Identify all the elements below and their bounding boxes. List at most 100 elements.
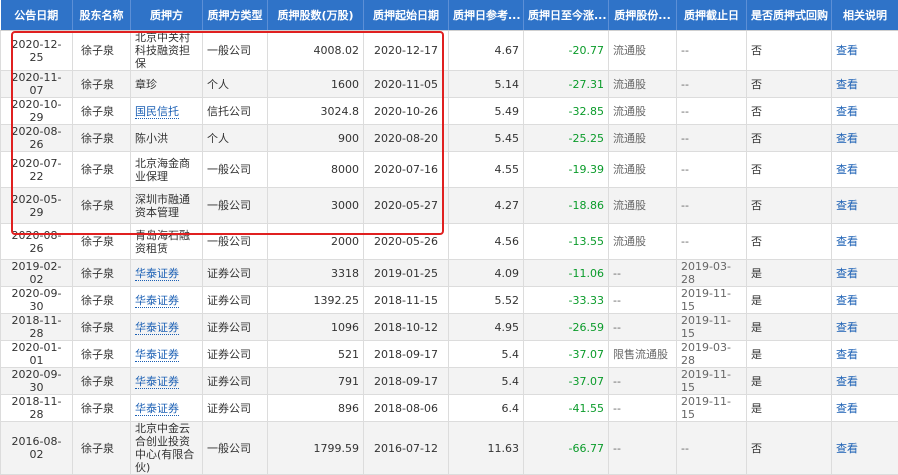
pledge-start-date-cell: 2018-09-17 <box>364 341 449 368</box>
announce-date-cell: 2020-10-29 <box>1 98 73 125</box>
header-cell[interactable]: 质押方类型 <box>203 0 268 31</box>
holder-name-cell: 徐子泉 <box>73 341 131 368</box>
header-cell[interactable]: 质押起始日期 <box>364 0 449 31</box>
view-details-link[interactable]: 查看 <box>836 442 858 455</box>
pledge-start-date-cell: 2018-08-06 <box>364 395 449 422</box>
holder-name-cell: 徐子泉 <box>73 422 131 475</box>
announce-date-cell: 2020-08-26 <box>1 125 73 152</box>
pledgee-cell: 国民信托 <box>131 98 203 125</box>
pledgee-type-cell: 一般公司 <box>203 152 268 188</box>
ref-price-cell: 4.27 <box>449 188 524 224</box>
pledgee-link[interactable]: 华泰证券 <box>135 402 179 416</box>
table-header-row: 公告日期 股东名称 质押方 质押方类型 质押股数(万股) 质押起始日期 质押日参… <box>1 0 898 31</box>
view-details-link[interactable]: 查看 <box>836 105 858 118</box>
pledged-shares-cell: 791 <box>268 368 364 395</box>
header-cell[interactable]: 质押方 <box>131 0 203 31</box>
pledgee-cell: 章珍 <box>131 71 203 98</box>
pledged-shares-cell: 900 <box>268 125 364 152</box>
header-cell[interactable]: 质押股数(万股) <box>268 0 364 31</box>
pledge-start-date-cell: 2018-11-15 <box>364 287 449 314</box>
repo-flag-cell: 是 <box>747 314 832 341</box>
view-details-link[interactable]: 查看 <box>836 402 858 415</box>
pledgee-link[interactable]: 华泰证券 <box>135 375 179 389</box>
pledged-shares-cell: 4008.02 <box>268 31 364 71</box>
announce-date-cell: 2016-08-02 <box>1 422 73 475</box>
price-change-cell: -66.77 <box>524 422 609 475</box>
header-cell[interactable]: 质押日至今涨... <box>524 0 609 31</box>
share-type-cell: 流通股 <box>609 98 677 125</box>
pledgee-cell: 华泰证券 <box>131 287 203 314</box>
repo-flag-cell: 否 <box>747 71 832 98</box>
holder-name-cell: 徐子泉 <box>73 368 131 395</box>
header-cell[interactable]: 质押截止日 <box>677 0 747 31</box>
pledgee-cell: 青岛海石融资租赁 <box>131 224 203 260</box>
table-row: 2019-02-02徐子泉华泰证券证券公司33182019-01-254.09-… <box>1 260 898 287</box>
pledgee-cell: 北京中关村科技融资担保 <box>131 31 203 71</box>
pledged-shares-cell: 521 <box>268 341 364 368</box>
share-type-cell: 流通股 <box>609 224 677 260</box>
pledge-end-date-cell: -- <box>677 125 747 152</box>
pledge-end-date-cell: -- <box>677 224 747 260</box>
view-details-link[interactable]: 查看 <box>836 163 858 176</box>
announce-date-cell: 2019-02-02 <box>1 260 73 287</box>
view-details-link[interactable]: 查看 <box>836 78 858 91</box>
view-details-link[interactable]: 查看 <box>836 375 858 388</box>
pledgee-link[interactable]: 华泰证券 <box>135 294 179 308</box>
price-change-cell: -19.39 <box>524 152 609 188</box>
announce-date-cell: 2020-01-01 <box>1 341 73 368</box>
pledge-start-date-cell: 2018-09-17 <box>364 368 449 395</box>
pledge-end-date-cell: 2019-03-28 <box>677 260 747 287</box>
pledgee-type-cell: 一般公司 <box>203 188 268 224</box>
pledge-start-date-cell: 2020-05-27 <box>364 188 449 224</box>
pledged-shares-cell: 1096 <box>268 314 364 341</box>
view-details-link[interactable]: 查看 <box>836 44 858 57</box>
view-details-link[interactable]: 查看 <box>836 321 858 334</box>
pledgee-type-cell: 证券公司 <box>203 314 268 341</box>
pledgee-link[interactable]: 华泰证券 <box>135 267 179 281</box>
header-cell[interactable]: 公告日期 <box>1 0 73 31</box>
pledgee-type-cell: 一般公司 <box>203 422 268 475</box>
repo-flag-cell: 否 <box>747 125 832 152</box>
ref-price-cell: 5.52 <box>449 287 524 314</box>
view-details-link[interactable]: 查看 <box>836 348 858 361</box>
ref-price-cell: 5.45 <box>449 125 524 152</box>
pledgee-link[interactable]: 华泰证券 <box>135 321 179 335</box>
table-row: 2020-05-29徐子泉深圳市融通资本管理一般公司30002020-05-27… <box>1 188 898 224</box>
announce-date-cell: 2020-08-26 <box>1 224 73 260</box>
table-row: 2020-11-07徐子泉章珍个人16002020-11-055.14-27.3… <box>1 71 898 98</box>
ref-price-cell: 4.67 <box>449 31 524 71</box>
pledged-shares-cell: 896 <box>268 395 364 422</box>
header-cell[interactable]: 质押股份... <box>609 0 677 31</box>
pledgee-link[interactable]: 国民信托 <box>135 105 179 119</box>
header-cell[interactable]: 相关说明 <box>832 0 898 31</box>
view-details-link[interactable]: 查看 <box>836 199 858 212</box>
table-row: 2018-11-28徐子泉华泰证券证券公司8962018-08-066.4-41… <box>1 395 898 422</box>
pledge-end-date-cell: -- <box>677 188 747 224</box>
header-cell[interactable]: 股东名称 <box>73 0 131 31</box>
pledgee-type-cell: 一般公司 <box>203 31 268 71</box>
holder-name-cell: 徐子泉 <box>73 287 131 314</box>
price-change-cell: -41.55 <box>524 395 609 422</box>
table-row: 2020-10-29徐子泉国民信托信托公司3024.82020-10-265.4… <box>1 98 898 125</box>
price-change-cell: -26.59 <box>524 314 609 341</box>
pledgee-type-cell: 个人 <box>203 125 268 152</box>
header-cell[interactable]: 是否质押式回购 <box>747 0 832 31</box>
view-details-link[interactable]: 查看 <box>836 235 858 248</box>
price-change-cell: -11.06 <box>524 260 609 287</box>
pledgee-cell: 华泰证券 <box>131 314 203 341</box>
share-type-cell: -- <box>609 395 677 422</box>
view-details-link[interactable]: 查看 <box>836 294 858 307</box>
view-details-link[interactable]: 查看 <box>836 132 858 145</box>
pledgee-link[interactable]: 华泰证券 <box>135 348 179 362</box>
holder-name-cell: 徐子泉 <box>73 188 131 224</box>
pledgee-type-cell: 证券公司 <box>203 260 268 287</box>
details-cell: 查看 <box>832 125 898 152</box>
repo-flag-cell: 否 <box>747 98 832 125</box>
header-cell[interactable]: 质押日参考... <box>449 0 524 31</box>
repo-flag-cell: 否 <box>747 422 832 475</box>
pledgee-cell: 华泰证券 <box>131 260 203 287</box>
pledge-start-date-cell: 2020-07-16 <box>364 152 449 188</box>
view-details-link[interactable]: 查看 <box>836 267 858 280</box>
price-change-cell: -18.86 <box>524 188 609 224</box>
share-type-cell: -- <box>609 314 677 341</box>
